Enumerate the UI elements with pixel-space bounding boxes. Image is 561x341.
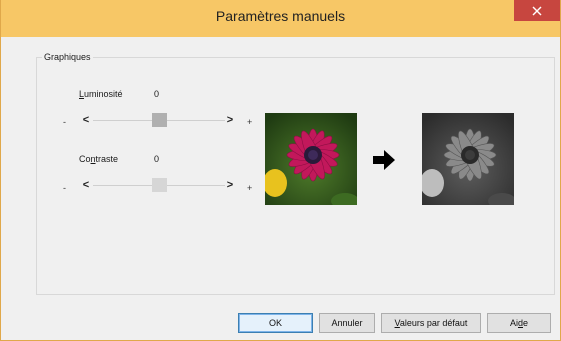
- contrast-minus-sign: -: [63, 183, 66, 193]
- default-values-label: aleurs par défaut: [399, 318, 468, 328]
- help-label-post: e: [523, 318, 529, 328]
- graphics-group-label: Graphiques: [42, 52, 93, 62]
- contrast-decrease-button[interactable]: <: [81, 179, 91, 191]
- cancel-button[interactable]: Annuler: [319, 313, 375, 333]
- contrast-slider-thumb[interactable]: [151, 178, 167, 192]
- brightness-decrease-button[interactable]: <: [81, 114, 91, 126]
- title-bar[interactable]: Paramètres manuels: [1, 0, 560, 37]
- default-values-button[interactable]: Valeurs par défaut: [381, 313, 481, 333]
- ok-button[interactable]: OK: [238, 313, 313, 333]
- contrast-increase-button[interactable]: >: [225, 179, 235, 191]
- contrast-label-post: traste: [95, 154, 119, 164]
- flower-grayscale-image: [422, 113, 514, 205]
- help-button[interactable]: Aide: [487, 313, 551, 333]
- dialog-window: Paramètres manuels Graphiques Luminosité…: [0, 0, 561, 341]
- flower-color-image: [265, 113, 357, 205]
- window-title: Paramètres manuels: [215, 8, 346, 24]
- brightness-label: Luminosité: [79, 89, 123, 99]
- brightness-label-rest: uminosité: [84, 89, 123, 99]
- brightness-minus-sign: -: [63, 117, 66, 127]
- brightness-increase-button[interactable]: >: [225, 114, 235, 126]
- contrast-plus-sign: +: [247, 183, 253, 193]
- close-icon: [532, 6, 542, 16]
- right-arrow-icon: [373, 150, 397, 170]
- contrast-label: Contraste: [79, 154, 118, 164]
- brightness-plus-sign: +: [247, 117, 253, 127]
- close-button[interactable]: [514, 0, 560, 21]
- contrast-label-pre: Co: [79, 154, 91, 164]
- brightness-value: 0: [154, 89, 160, 99]
- help-label-pre: Ai: [509, 318, 518, 328]
- contrast-value: 0: [154, 154, 160, 164]
- dialog-client-area: Graphiques Luminosité 0 - < > + Contrast…: [1, 37, 560, 340]
- brightness-slider-thumb[interactable]: [151, 113, 167, 127]
